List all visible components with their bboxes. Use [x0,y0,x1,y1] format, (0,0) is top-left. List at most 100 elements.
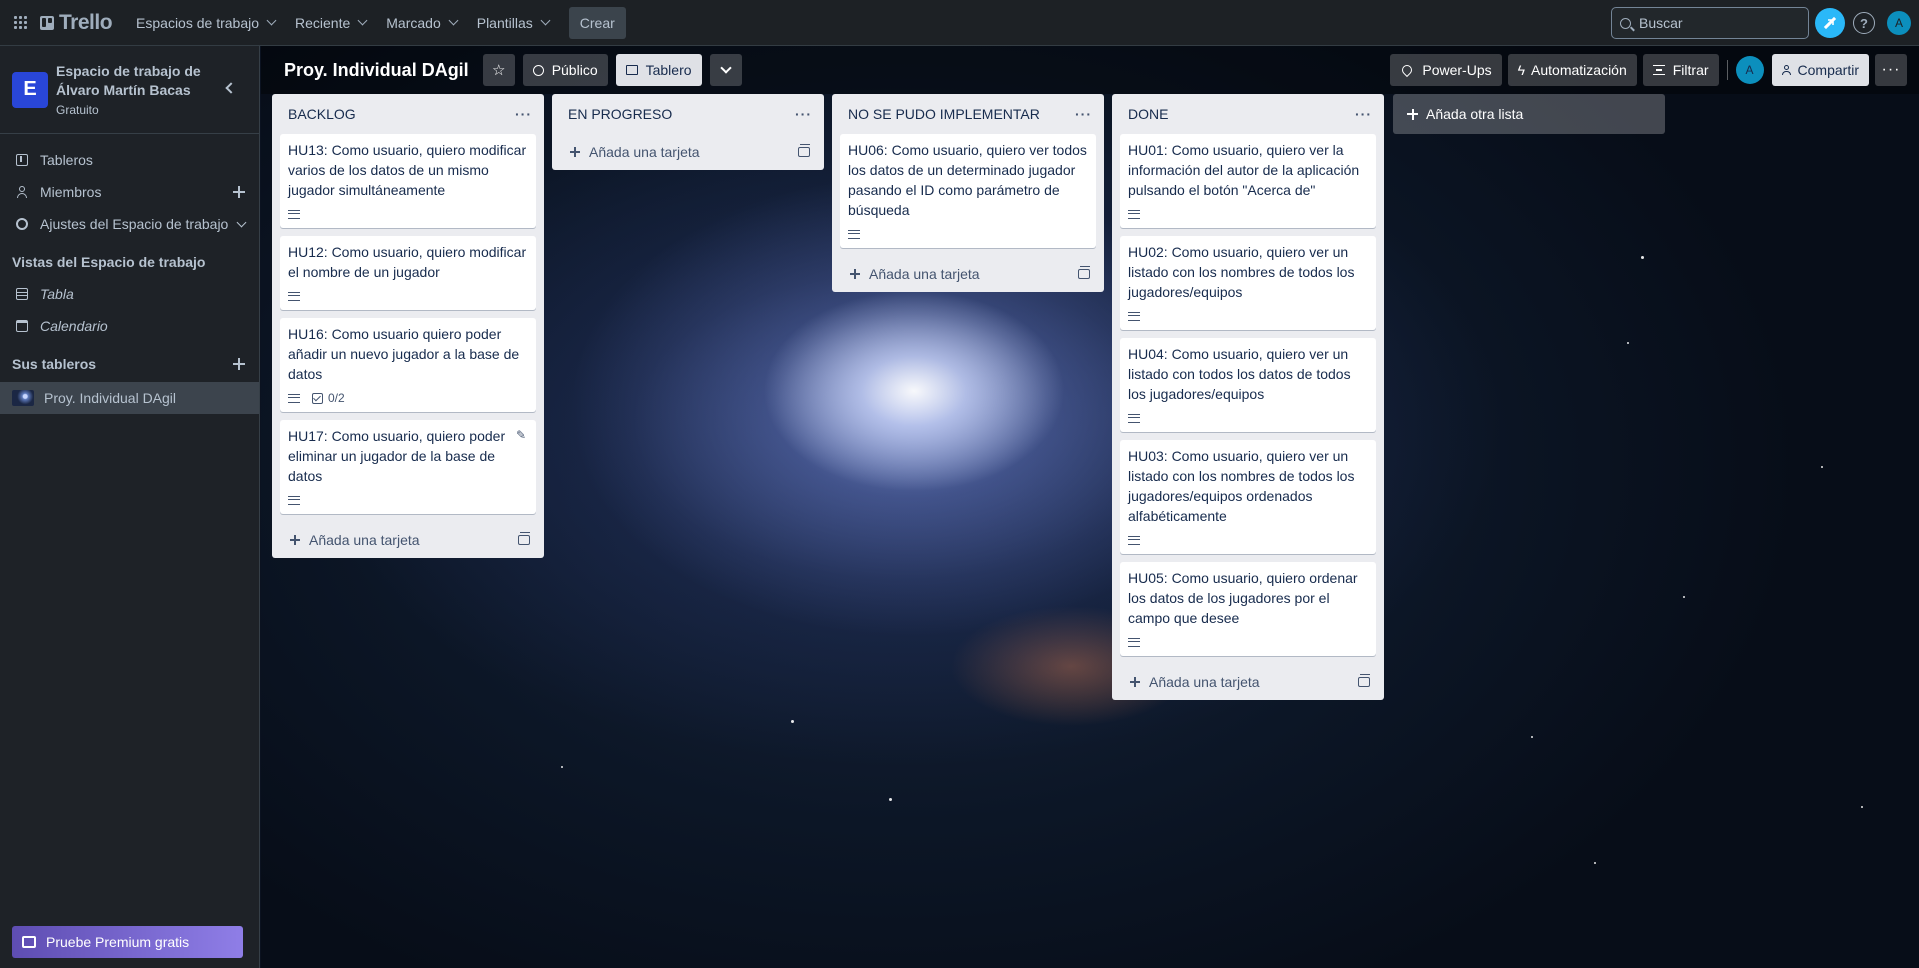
search-box[interactable] [1611,7,1809,39]
app-switcher-button[interactable] [8,7,32,39]
menu-label: Plantillas [476,14,533,31]
card[interactable]: HU13: Como usuario, quiero modificar var… [280,134,536,228]
sidebar-item-calendar-view[interactable]: Calendario [0,310,259,342]
account-avatar[interactable]: A [1887,11,1911,35]
visibility-button[interactable]: Público [522,54,608,86]
workspace-logo[interactable]: E [12,71,48,108]
card[interactable]: HU04: Como usuario, quiero ver un listad… [1120,338,1376,432]
plus-icon [570,147,580,157]
board-title[interactable]: Proy. Individual DAgil [284,60,469,81]
card[interactable]: HU05: Como usuario, quiero ordenar los d… [1120,562,1376,656]
calendar-icon [16,320,28,332]
background-star [1594,862,1596,864]
chevron-down-icon [719,62,732,74]
list-menu-icon[interactable]: ··· [1355,106,1372,122]
list-title[interactable]: BACKLOG [288,106,356,122]
list-header: EN PROGRESO ··· [560,94,816,134]
list-title[interactable]: NO SE PUDO IMPLEMENTAR [848,106,1040,122]
list-title[interactable]: DONE [1128,106,1168,122]
your-boards-heading: Sus tableros [0,348,259,380]
star-icon: ☆ [491,62,506,79]
card[interactable]: ✎ HU17: Como usuario, quiero poder elimi… [280,420,536,514]
megaphone-icon [1823,16,1837,30]
share-button[interactable]: Compartir [1771,54,1869,86]
notifications-button[interactable] [1815,8,1845,38]
list-menu-icon[interactable]: ··· [795,106,812,122]
visibility-label: Público [551,62,598,78]
search-input[interactable] [1639,15,1799,31]
card[interactable]: HU06: Como usuario, quiero ver todos los… [840,134,1096,248]
list-menu-icon[interactable]: ··· [515,106,532,122]
premium-label: Pruebe Premium gratis [46,934,190,950]
templates-menu[interactable]: Plantillas [467,7,559,39]
star-board-button[interactable]: ☆ [482,54,515,86]
plus-icon [850,269,860,279]
add-card-row: Añada una tarjeta [1120,664,1376,700]
sidebar-item-members[interactable]: Miembros [0,176,259,208]
workspaces-menu[interactable]: Espacios de trabajo [126,7,285,39]
powerups-button[interactable]: Power-Ups [1390,54,1502,86]
card-template-icon[interactable] [518,532,530,545]
card[interactable]: HU01: Como usuario, quiero ver la inform… [1120,134,1376,228]
add-card-row: Añada una tarjeta [560,134,816,170]
card[interactable]: HU02: Como usuario, quiero ver un listad… [1120,236,1376,330]
chevron-down-icon [448,15,459,26]
header-divider [1726,60,1728,80]
automation-button[interactable]: ϟ Automatización [1507,54,1637,86]
sidebar-item-label: Calendario [40,318,108,334]
sidebar-item-boards[interactable]: Tableros [0,144,259,176]
card-title: HU16: Como usuario quiero poder añadir u… [288,326,520,382]
background-star [1641,256,1644,259]
card-title: HU12: Como usuario, quiero modificar el … [288,244,527,280]
add-list-button[interactable]: Añada otra lista [1393,94,1665,134]
try-premium-button[interactable]: Pruebe Premium gratis [12,926,243,958]
chevron-down-icon [540,15,551,26]
create-button[interactable]: Crear [568,6,626,39]
description-icon [848,229,860,239]
plus-icon [1130,677,1140,687]
powerups-label: Power-Ups [1422,62,1492,78]
sidebar-item-table-view[interactable]: Tabla [0,278,259,310]
description-icon [1128,311,1140,321]
board-menu-button[interactable]: ··· [1875,54,1907,86]
board-view-button[interactable]: Tablero [615,54,702,86]
pencil-icon[interactable]: ✎ [516,428,526,442]
card-title: HU17: Como usuario, quiero poder elimina… [288,428,506,484]
list-menu-icon[interactable]: ··· [1075,106,1092,122]
add-card-button[interactable]: Añada una tarjeta [290,532,420,548]
card-template-icon[interactable] [798,144,810,157]
help-icon[interactable]: ? [1853,12,1875,34]
menu-label: Reciente [295,14,351,31]
card[interactable]: HU12: Como usuario, quiero modificar el … [280,236,536,310]
sidebar-item-settings[interactable]: Ajustes del Espacio de trabajo [0,208,259,240]
add-card-label: Añada una tarjeta [589,144,700,160]
description-icon [288,393,300,403]
starred-menu[interactable]: Marcado [376,7,466,39]
card[interactable]: HU03: Como usuario, quiero ver un listad… [1120,440,1376,554]
board-thumbnail [12,390,34,406]
sidebar-board-item[interactable]: Proy. Individual DAgil [0,382,259,414]
card-template-icon[interactable] [1358,674,1370,687]
add-member-icon[interactable] [233,186,245,198]
collapse-sidebar-icon[interactable] [225,82,237,94]
workspace-name[interactable]: Espacio de trabajo de Álvaro Martín Baca… [56,62,216,100]
views-dropdown-button[interactable] [709,54,742,86]
filter-button[interactable]: Filtrar [1642,54,1719,86]
card-template-icon[interactable] [1078,266,1090,279]
plus-icon [290,535,300,545]
table-icon [16,288,28,300]
checklist-badge: 0/2 [312,391,345,405]
card[interactable]: HU16: Como usuario quiero poder añadir u… [280,318,536,412]
trello-logo[interactable]: Trello [38,7,118,39]
add-board-icon[interactable] [233,358,245,370]
recent-menu[interactable]: Reciente [285,7,376,39]
add-card-button[interactable]: Añada una tarjeta [850,266,980,282]
add-card-button[interactable]: Añada una tarjeta [1130,674,1260,690]
board-member-avatar[interactable]: A [1735,56,1764,84]
list-backlog: BACKLOG ··· HU13: Como usuario, quiero m… [272,94,544,558]
list-title[interactable]: EN PROGRESO [568,106,672,122]
workspace-header: E Espacio de trabajo de Álvaro Martín Ba… [0,46,259,134]
board-icon [16,154,28,166]
add-card-button[interactable]: Añada una tarjeta [570,144,700,160]
description-icon [288,209,300,219]
